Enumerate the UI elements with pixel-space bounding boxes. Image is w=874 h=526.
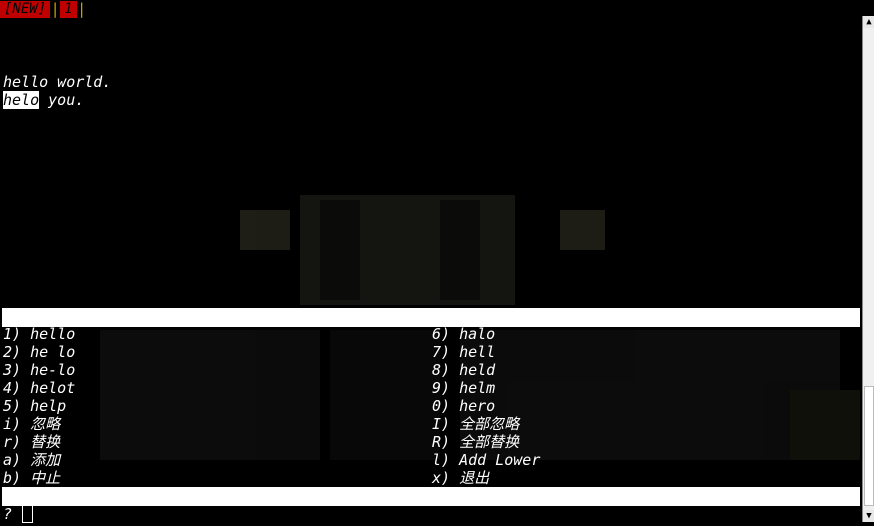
tab-separator: | [50, 0, 60, 18]
option-key: I) [432, 415, 451, 433]
buffer-line-2: helo you. [3, 91, 84, 109]
buffer-line-1: hello world. [3, 73, 112, 91]
option-label: 全部替换 [459, 433, 520, 451]
option-key: 8) [432, 361, 451, 379]
suggestion-option-9[interactable]: 9) helm [432, 379, 495, 397]
tab-number[interactable]: 1 [60, 0, 77, 18]
option-word: helm [459, 379, 496, 397]
scroll-down-arrow-icon[interactable]: ▼ [863, 510, 874, 522]
option-key: b) [3, 469, 22, 487]
option-label: 退出 [459, 469, 490, 487]
option-word: halo [459, 325, 496, 343]
option-word: hello [30, 325, 76, 343]
option-label: 忽略 [30, 415, 61, 433]
option-key: 9) [432, 379, 451, 397]
buffer-line-2-rest: you. [39, 91, 85, 109]
option-word: hell [459, 343, 496, 361]
tab-separator: | [77, 0, 87, 18]
scroll-up-arrow-icon[interactable]: ▲ [863, 16, 874, 28]
spell-menu-top-bar [2, 308, 860, 327]
suggestion-option-0[interactable]: 0) hero [432, 397, 495, 415]
option-word: held [459, 361, 496, 379]
suggestion-option-6[interactable]: 6) halo [432, 325, 495, 343]
option-key: i) [3, 415, 22, 433]
option-key: 0) [432, 397, 451, 415]
text-cursor [22, 505, 34, 523]
option-label: Add Lower [459, 451, 541, 469]
prompt-symbol: ? [3, 505, 13, 523]
option-key: r) [3, 433, 22, 451]
option-key: 1) [3, 325, 22, 343]
misspelled-word: helo [3, 91, 40, 109]
suggestion-option-3[interactable]: 3) he-lo [3, 361, 75, 379]
vertical-scrollbar[interactable]: ▲ ▼ [862, 16, 874, 522]
suggestion-option-1[interactable]: 1) hello [3, 325, 75, 343]
scrollbar-thumb[interactable] [864, 386, 874, 506]
suggestion-option-5[interactable]: 5) help [3, 397, 66, 415]
option-label: 中止 [30, 469, 61, 487]
suggestion-option-7[interactable]: 7) hell [432, 343, 495, 361]
command-prompt[interactable]: ? [3, 505, 34, 523]
action-ignore-all[interactable]: I) 全部忽略 [432, 415, 519, 433]
suggestion-option-4[interactable]: 4) helot [3, 379, 75, 397]
action-abort[interactable]: b) 中止 [3, 469, 60, 487]
suggestion-option-8[interactable]: 8) held [432, 361, 495, 379]
option-word: help [30, 397, 67, 415]
option-key: 7) [432, 343, 451, 361]
action-add-lower[interactable]: l) Add Lower [432, 451, 540, 469]
option-label: 添加 [30, 451, 61, 469]
option-label: 全部忽略 [459, 415, 520, 433]
option-key: l) [432, 451, 451, 469]
option-key: x) [432, 469, 451, 487]
option-key: 2) [3, 343, 22, 361]
action-replace-all[interactable]: R) 全部替换 [432, 433, 519, 451]
tab-new[interactable]: [NEW] [0, 0, 51, 18]
option-key: 6) [432, 325, 451, 343]
option-word: hero [459, 397, 496, 415]
option-key: a) [3, 451, 22, 469]
option-key: 4) [3, 379, 22, 397]
background-art [100, 195, 860, 460]
suggestion-option-2[interactable]: 2) he lo [3, 343, 75, 361]
action-add[interactable]: a) 添加 [3, 451, 60, 469]
option-key: 3) [3, 361, 22, 379]
action-replace[interactable]: r) 替换 [3, 433, 60, 451]
spell-menu-bottom-bar [2, 487, 860, 506]
option-key: R) [432, 433, 451, 451]
action-exit[interactable]: x) 退出 [432, 469, 489, 487]
tabline: [NEW] | 1 | [0, 0, 87, 18]
option-label: 替换 [30, 433, 61, 451]
option-word: he lo [30, 343, 76, 361]
action-ignore[interactable]: i) 忽略 [3, 415, 60, 433]
option-key: 5) [3, 397, 22, 415]
option-word: helot [30, 379, 76, 397]
option-word: he-lo [30, 361, 76, 379]
